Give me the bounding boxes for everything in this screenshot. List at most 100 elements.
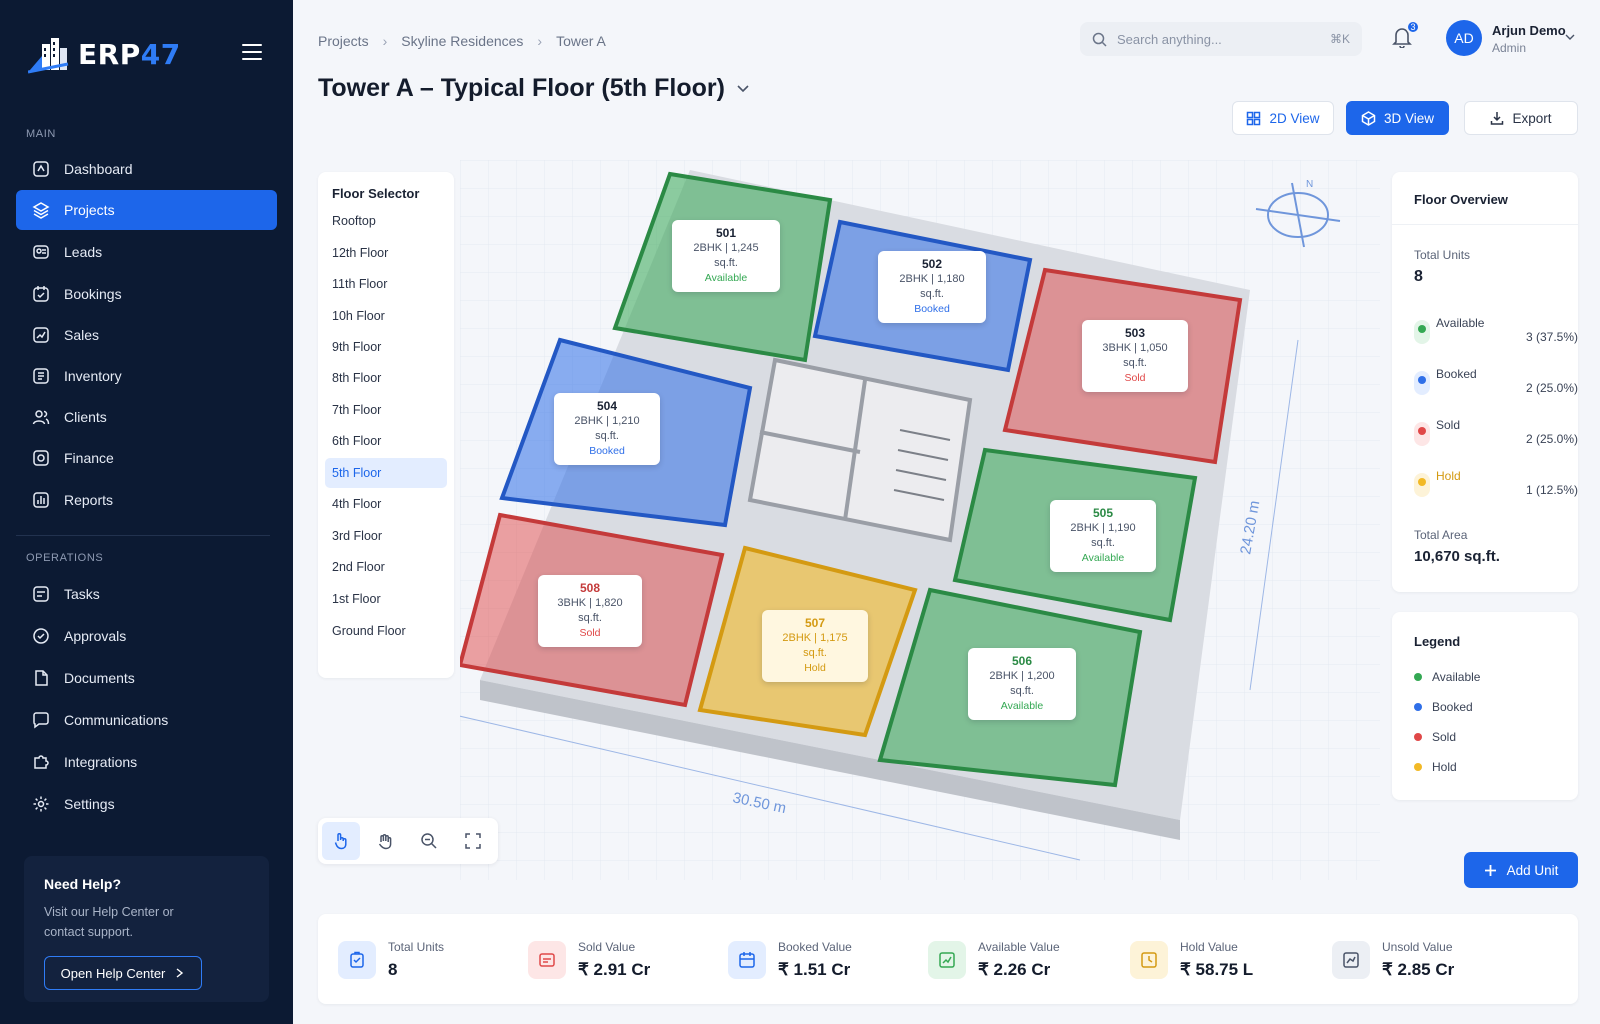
export-button[interactable]: Export: [1464, 101, 1578, 135]
notification-count-badge: 3: [1406, 20, 1420, 34]
floor-item[interactable]: 7th Floor: [325, 395, 447, 425]
reports-icon: [33, 492, 49, 508]
pan-tool[interactable]: [366, 822, 404, 860]
unit-card-506[interactable]: 506 2BHK | 1,200 sq.ft. Available: [968, 648, 1076, 720]
layers-icon: [32, 202, 50, 219]
2d-view-button[interactable]: 2D View: [1232, 101, 1334, 135]
chevron-down-icon[interactable]: [1565, 32, 1575, 42]
floor-item[interactable]: 8th Floor: [325, 363, 447, 393]
app-name: ERP47: [78, 37, 181, 71]
menu-toggle-icon[interactable]: [242, 44, 262, 60]
search-input[interactable]: [1117, 31, 1320, 47]
breadcrumb-separator-icon: ›: [537, 33, 543, 49]
sold-indicator-icon: [1414, 422, 1430, 446]
stat-unsold-value: Unsold Value ₹ 2.85 Cr: [1332, 938, 1454, 982]
sidebar-item-bookings[interactable]: Bookings: [16, 274, 277, 314]
stat-sold-value: Sold Value ₹ 2.91 Cr: [528, 938, 650, 982]
avatar[interactable]: AD: [1446, 20, 1482, 56]
plus-icon: [1484, 864, 1496, 876]
unit-card-507[interactable]: 507 2BHK | 1,175 sq.ft. Hold: [762, 610, 868, 682]
floor-item[interactable]: 6th Floor: [325, 426, 447, 456]
sidebar-item-integrations[interactable]: Integrations: [16, 742, 277, 782]
hand-icon: [378, 834, 392, 850]
sidebar-item-dashboard[interactable]: Dashboard: [16, 149, 277, 189]
floor-overview-title: Floor Overview: [1414, 192, 1508, 207]
app-logo[interactable]: ERP47: [28, 34, 181, 74]
3d-view-button[interactable]: 3D View: [1346, 101, 1449, 135]
floor-item[interactable]: 1st Floor: [325, 584, 447, 614]
unit-card-501[interactable]: 501 2BHK | 1,245 sq.ft. Available: [672, 220, 780, 292]
available-indicator-icon: [1414, 320, 1430, 344]
view-toolbar: [318, 818, 498, 864]
clock-icon: [1130, 941, 1168, 979]
add-unit-button[interactable]: Add Unit: [1464, 852, 1578, 888]
search-bar[interactable]: ⌘K: [1080, 22, 1362, 56]
unit-card-504[interactable]: 504 2BHK | 1,210 sq.ft. Booked: [554, 393, 660, 465]
legend-item-hold: Hold: [1414, 760, 1457, 774]
sidebar-item-settings[interactable]: Settings: [16, 784, 277, 824]
sidebar-item-clients[interactable]: Clients: [16, 397, 277, 437]
open-help-center-button[interactable]: Open Help Center: [44, 956, 202, 990]
breadcrumb-tower-a[interactable]: Tower A: [556, 33, 606, 49]
floor-overview-panel: Floor Overview Total Units 8 Available 3…: [1392, 172, 1578, 592]
sidebar-item-finance[interactable]: Finance: [16, 438, 277, 478]
select-tool[interactable]: [322, 822, 360, 860]
page-title[interactable]: Tower A – Typical Floor (5th Floor): [318, 74, 749, 103]
floor-item[interactable]: 9th Floor: [325, 332, 447, 362]
sidebar-divider: [16, 535, 270, 536]
floor-selector-title: Floor Selector: [332, 186, 420, 201]
floor-item[interactable]: 2nd Floor: [325, 552, 447, 582]
section-label-operations: OPERATIONS: [26, 552, 104, 564]
compass-north-letter: N: [1306, 179, 1313, 190]
user-menu[interactable]: Arjun Demo Admin: [1492, 23, 1566, 55]
legend-item-booked: Booked: [1414, 700, 1473, 714]
unit-card-502[interactable]: 502 2BHK | 1,180 sq.ft. Booked: [878, 251, 986, 323]
overview-row-booked: Booked 2 (25.0%): [1414, 367, 1578, 411]
floor-item[interactable]: 12th Floor: [325, 238, 447, 268]
sales-icon: [33, 327, 49, 343]
sidebar-item-tasks[interactable]: Tasks: [16, 574, 277, 614]
breadcrumb-separator-icon: ›: [382, 33, 388, 49]
unit-card-503[interactable]: 503 3BHK | 1,050 sq.ft. Sold: [1082, 320, 1188, 392]
dashboard-icon: [33, 161, 49, 177]
legend-item-available: Available: [1414, 670, 1480, 684]
overview-row-sold: Sold 2 (25.0%): [1414, 418, 1578, 462]
sidebar-item-leads[interactable]: Leads: [16, 232, 277, 272]
building-logo-icon: [28, 38, 69, 74]
floor-item[interactable]: 11th Floor: [325, 269, 447, 299]
stat-total-units: Total Units 8: [338, 938, 444, 982]
floor-item[interactable]: 3rd Floor: [325, 521, 447, 551]
check-circle-icon: [33, 628, 49, 644]
fullscreen-icon: [465, 833, 481, 849]
breadcrumb-skyline-residences[interactable]: Skyline Residences: [401, 33, 523, 49]
puzzle-icon: [34, 755, 49, 769]
sidebar-item-documents[interactable]: Documents: [16, 658, 277, 698]
external-arrow-icon: [176, 968, 184, 978]
fullscreen-tool[interactable]: [454, 822, 492, 860]
bookings-icon: [33, 286, 49, 302]
sidebar-item-reports[interactable]: Reports: [16, 480, 277, 520]
sidebar-item-sales[interactable]: Sales: [16, 315, 277, 355]
notifications-button[interactable]: 3: [1392, 20, 1420, 50]
blue-dot-icon: [1414, 703, 1422, 711]
search-shortcut: ⌘K: [1329, 32, 1350, 46]
document-icon: [35, 670, 48, 686]
stat-available-value: Available Value ₹ 2.26 Cr: [928, 938, 1060, 982]
floor-item[interactable]: Rooftop: [325, 206, 447, 236]
zoom-tool[interactable]: [410, 822, 448, 860]
sidebar-item-projects[interactable]: Projects: [16, 190, 277, 230]
legend-title: Legend: [1414, 634, 1461, 649]
floor-item[interactable]: 4th Floor: [325, 489, 447, 519]
sidebar-item-communications[interactable]: Communications: [16, 700, 277, 740]
breadcrumb-projects[interactable]: Projects: [318, 33, 369, 49]
unit-card-505[interactable]: 505 2BHK | 1,190 sq.ft. Available: [1050, 500, 1156, 572]
sidebar-item-inventory[interactable]: Inventory: [16, 356, 277, 396]
floor-plan-3d-view[interactable]: 30.50 m 24.20 m N 501 2BHK | 1,245 sq.ft…: [441, 160, 1380, 880]
floor-item-selected[interactable]: 5th Floor: [325, 458, 447, 488]
sidebar-item-approvals[interactable]: Approvals: [16, 616, 277, 656]
cube-3d-icon: [1361, 110, 1376, 126]
unit-card-508[interactable]: 508 3BHK | 1,820 sq.ft. Sold: [538, 575, 642, 647]
floor-item[interactable]: 10h Floor: [325, 301, 447, 331]
building-icon: [338, 941, 376, 979]
floor-item[interactable]: Ground Floor: [325, 616, 447, 646]
